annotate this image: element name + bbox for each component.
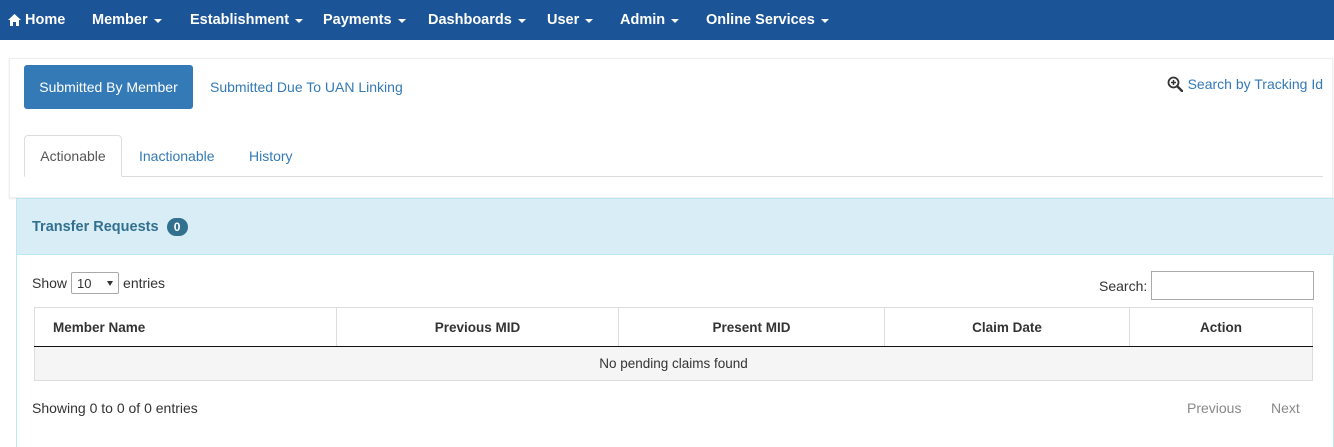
nav-establishment-label: Establishment xyxy=(190,12,290,28)
nav-dashboards[interactable]: Dashboards xyxy=(428,4,526,36)
nav-user-label: User xyxy=(547,12,580,28)
submission-panel xyxy=(9,58,1333,198)
entries-length-control: Show 10 entries xyxy=(32,271,165,295)
nav-establishment[interactable]: Establishment xyxy=(190,4,304,36)
chevron-down-icon xyxy=(820,19,829,23)
show-label: Show xyxy=(32,275,68,291)
search-input[interactable] xyxy=(1151,271,1314,300)
top-navbar: Home Member Establishment Payments Dashb… xyxy=(0,0,1334,40)
column-header-present-mid[interactable]: Present MID xyxy=(619,308,885,347)
nav-home[interactable]: Home xyxy=(8,4,65,36)
pill-submitted-by-member[interactable]: Submitted By Member xyxy=(24,65,193,109)
nav-admin[interactable]: Admin xyxy=(620,4,680,36)
nav-member-label: Member xyxy=(92,12,148,28)
search-by-tracking-id-label: Search by Tracking Id xyxy=(1187,76,1323,92)
nav-dashboards-label: Dashboards xyxy=(428,12,512,28)
nav-online-services[interactable]: Online Services xyxy=(706,4,829,36)
count-badge: 0 xyxy=(166,217,188,236)
chevron-down-icon xyxy=(671,19,680,23)
panel-heading: Transfer Requests 0 xyxy=(17,199,1334,255)
pagination-previous[interactable]: Previous xyxy=(1187,400,1241,416)
tab-inactionable[interactable]: Inactionable xyxy=(139,135,215,177)
panel-title: Transfer Requests xyxy=(32,218,159,235)
chevron-down-icon xyxy=(295,19,304,23)
search-by-tracking-id-link[interactable]: Search by Tracking Id xyxy=(1167,73,1323,95)
chevron-down-icon xyxy=(153,19,162,23)
zoom-in-icon xyxy=(1167,76,1183,92)
nav-payments-label: Payments xyxy=(323,12,392,28)
entries-select[interactable]: 10 xyxy=(71,272,120,294)
chevron-down-icon xyxy=(107,280,114,286)
column-header-action[interactable]: Action xyxy=(1130,308,1313,347)
nav-home-label: Home xyxy=(25,12,66,28)
nav-user[interactable]: User xyxy=(547,4,594,36)
chevron-down-icon xyxy=(517,19,526,23)
entries-select-value: 10 xyxy=(77,275,92,291)
table-info: Showing 0 to 0 of 0 entries xyxy=(32,400,198,416)
column-header-claim-date[interactable]: Claim Date xyxy=(885,308,1130,347)
entries-label: entries xyxy=(123,275,166,291)
search-label: Search: xyxy=(1099,278,1148,294)
tabs-divider xyxy=(24,176,1323,177)
chevron-down-icon xyxy=(397,19,406,23)
nav-online-services-label: Online Services xyxy=(706,12,815,28)
chevron-down-icon xyxy=(585,19,594,23)
pagination-next[interactable]: Next xyxy=(1271,400,1300,416)
home-icon xyxy=(8,14,21,26)
tab-history[interactable]: History xyxy=(249,135,293,177)
column-header-previous-mid[interactable]: Previous MID xyxy=(337,308,619,347)
table-empty-row: No pending claims found xyxy=(34,347,1313,381)
column-header-member-name[interactable]: Member Name xyxy=(34,308,337,347)
pill-submitted-uan-linking[interactable]: Submitted Due To UAN Linking xyxy=(210,65,403,109)
tab-actionable[interactable]: Actionable xyxy=(24,135,122,177)
nav-payments[interactable]: Payments xyxy=(323,4,406,36)
nav-member[interactable]: Member xyxy=(92,4,162,36)
nav-admin-label: Admin xyxy=(620,12,666,28)
